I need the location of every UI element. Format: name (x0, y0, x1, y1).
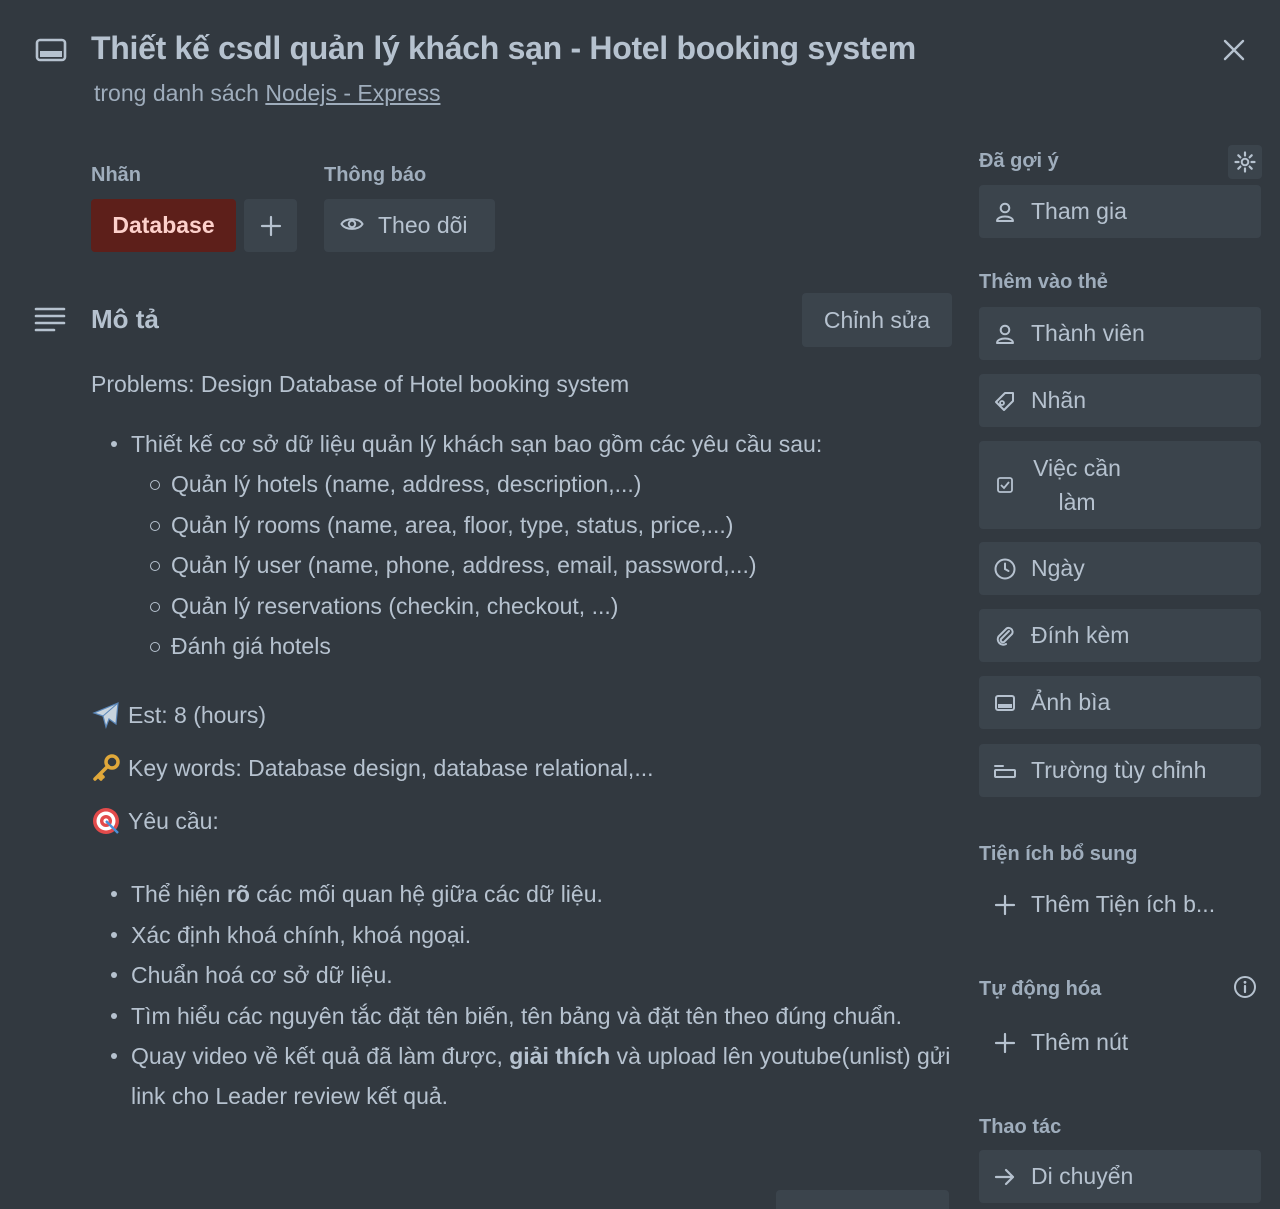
custom-fields-button[interactable]: Trường tùy chỉnh (979, 744, 1261, 797)
paperclip-icon (979, 625, 1031, 647)
members-label: Thành viên (1031, 320, 1145, 346)
add-to-card-heading: Thêm vào thẻ (979, 271, 1108, 293)
checklist-button[interactable]: Việc cần làm (979, 441, 1261, 529)
list-item: Thiết kế cơ sở dữ liệu quản lý khách sạn… (91, 424, 961, 464)
eye-icon (340, 212, 364, 239)
watch-label: Theo dõi (378, 212, 468, 238)
cover-icon (979, 694, 1031, 712)
list-prefix: trong danh sách (94, 80, 259, 106)
estimate-text: Est: 8 (hours) (128, 701, 267, 728)
add-button-label: Thêm nút (1031, 1029, 1129, 1055)
move-button[interactable]: Di chuyển (979, 1150, 1261, 1203)
card-icon (34, 36, 68, 66)
notifications-heading: Thông báo (324, 164, 427, 186)
labels-heading: Nhãn (91, 164, 141, 186)
powerups-heading: Tiện ích bổ sung (979, 843, 1138, 865)
plus-icon (979, 1032, 1031, 1054)
add-label-button[interactable] (244, 199, 297, 252)
clock-icon (979, 557, 1031, 581)
activity-icon (32, 1202, 68, 1209)
sub-list-item: Quản lý reservations (checkin, checkout,… (91, 586, 961, 626)
list-item: Tìm hiểu các nguyên tắc đặt tên biến, tê… (91, 996, 961, 1036)
actions-heading: Thao tác (979, 1116, 1062, 1138)
automation-info-button[interactable] (1228, 970, 1262, 1004)
members-button[interactable]: Thành viên (979, 307, 1261, 360)
dates-label: Ngày (1031, 555, 1085, 581)
key-icon (91, 753, 121, 783)
suggestions-settings-button[interactable] (1228, 145, 1262, 179)
person-icon (979, 201, 1031, 223)
description-content[interactable]: Problems: Design Database of Hotel booki… (91, 364, 961, 1117)
checklist-label: Việc cần làm (1033, 455, 1121, 515)
card-detail-dialog: Thiết kế csdl quản lý khách sạn - Hotel … (0, 0, 1280, 1209)
list-link[interactable]: Nodejs - Express (265, 80, 440, 106)
sub-list-item: Quản lý rooms (name, area, floor, type, … (91, 505, 961, 545)
requirements-heading: Yêu cầu: (128, 807, 219, 834)
keywords-line: Key words: Database design, database rel… (91, 741, 961, 794)
person-icon (979, 323, 1031, 345)
checklist-icon (979, 476, 1031, 494)
labels-button[interactable]: Nhãn (979, 374, 1261, 427)
custom-fields-icon (979, 762, 1031, 780)
keywords-text: Key words: Database design, database rel… (128, 754, 654, 781)
add-powerup-label: Thêm Tiện ích b... (1031, 891, 1216, 917)
add-button-button[interactable]: Thêm nút (979, 1016, 1261, 1069)
plus-icon (979, 894, 1031, 916)
plus-icon (260, 215, 281, 236)
attachment-label: Đính kèm (1031, 622, 1130, 648)
custom-fields-label: Trường tùy chỉnh (1031, 757, 1207, 783)
close-button[interactable] (1214, 30, 1254, 70)
sub-list-item: Quản lý user (name, phone, address, emai… (91, 545, 961, 585)
list-item: Quay video về kết quả đã làm được, giải … (91, 1036, 961, 1117)
target-icon (91, 806, 121, 836)
requirements-list: Thể hiện rõ các mối quan hệ giữa các dữ … (91, 874, 961, 1116)
suggested-heading: Đã gợi ý (979, 150, 1059, 172)
info-icon (1234, 976, 1256, 998)
join-label: Tham gia (1031, 198, 1127, 224)
arrow-right-icon (979, 1166, 1031, 1188)
problem-text: Problems: Design Database of Hotel booki… (91, 371, 630, 397)
tag-icon (979, 390, 1031, 412)
list-breadcrumb: trong danh sách Nodejs - Express (94, 80, 440, 107)
cover-button[interactable]: Ảnh bìa (979, 676, 1261, 729)
move-label: Di chuyển (1031, 1163, 1134, 1189)
estimate-line: Est: 8 (hours) (91, 688, 961, 741)
edit-description-button[interactable]: Chỉnh sửa (802, 293, 952, 347)
cover-label: Ảnh bìa (1031, 689, 1111, 715)
activity-button[interactable] (776, 1190, 949, 1209)
requirements-heading-line: Yêu cầu: (91, 794, 961, 847)
requirement-list: Thiết kế cơ sở dữ liệu quản lý khách sạn… (91, 424, 961, 666)
attachment-button[interactable]: Đính kèm (979, 609, 1261, 662)
close-icon (1223, 39, 1245, 61)
watch-button[interactable]: Theo dõi (324, 199, 495, 252)
list-item: Thể hiện rõ các mối quan hệ giữa các dữ … (91, 874, 961, 914)
list-item: Chuẩn hoá cơ sở dữ liệu. (91, 955, 961, 995)
label-chip-database[interactable]: Database (91, 199, 236, 252)
labels-label: Nhãn (1031, 387, 1086, 413)
airplane-icon (91, 700, 121, 730)
gear-icon (1234, 151, 1256, 173)
sub-list-item: Quản lý hotels (name, address, descripti… (91, 464, 961, 504)
dates-button[interactable]: Ngày (979, 542, 1261, 595)
description-heading: Mô tả (91, 304, 159, 334)
automation-heading: Tự động hóa (979, 978, 1102, 1000)
sub-list-item: Đánh giá hotels (91, 626, 961, 666)
add-powerup-button[interactable]: Thêm Tiện ích b... (979, 878, 1261, 931)
join-button[interactable]: Tham gia (979, 185, 1261, 238)
card-title[interactable]: Thiết kế csdl quản lý khách sạn - Hotel … (91, 30, 916, 67)
description-icon (34, 306, 66, 332)
list-item: Xác định khoá chính, khoá ngoại. (91, 915, 961, 955)
